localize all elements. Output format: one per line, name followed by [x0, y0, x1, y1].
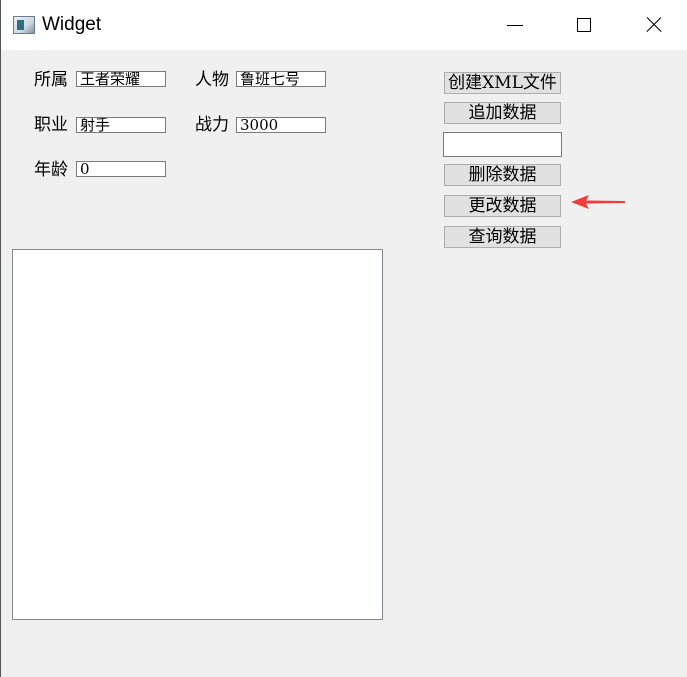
modify-data-button[interactable]: 更改数据	[444, 195, 561, 217]
maximize-button[interactable]	[549, 0, 619, 50]
minimize-icon	[507, 24, 523, 26]
app-icon	[13, 16, 35, 34]
affiliation-label: 所属	[34, 70, 68, 90]
query-data-button[interactable]: 查询数据	[444, 226, 561, 248]
role-field[interactable]: 射手	[76, 117, 166, 133]
data-list-view[interactable]	[12, 249, 383, 620]
title-bar[interactable]: Widget	[1, 0, 687, 50]
window-title: Widget	[42, 14, 102, 35]
create-xml-button[interactable]: 创建XML文件	[444, 72, 561, 94]
maximize-icon	[577, 18, 591, 32]
query-input[interactable]	[443, 132, 562, 157]
character-field[interactable]: 鲁班七号	[236, 71, 326, 87]
character-label: 人物	[195, 70, 229, 90]
delete-data-button[interactable]: 删除数据	[444, 164, 561, 186]
role-label: 职业	[34, 115, 68, 135]
close-icon	[646, 17, 662, 33]
affiliation-field[interactable]: 王者荣耀	[76, 71, 166, 87]
close-button[interactable]	[619, 0, 687, 50]
power-label: 战力	[195, 115, 229, 135]
append-data-button[interactable]: 追加数据	[444, 102, 561, 124]
widget-window: Widget 所属 王者荣耀 人物 鲁班七号 职业 射手 战力 3000 年龄 …	[0, 0, 687, 677]
red-arrow-icon	[571, 195, 625, 209]
age-field[interactable]: 0	[76, 161, 166, 177]
minimize-button[interactable]	[480, 0, 550, 50]
power-field[interactable]: 3000	[236, 117, 326, 133]
age-label: 年龄	[34, 160, 68, 180]
